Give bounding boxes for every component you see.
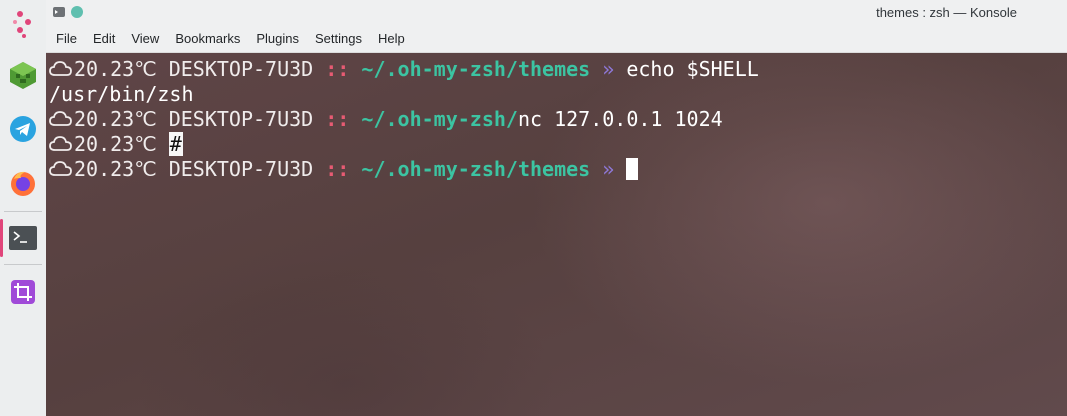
menu-file[interactable]: File (49, 27, 84, 51)
root-prompt-hash: # (168, 132, 183, 156)
prompt-arrow: » (602, 57, 615, 81)
menu-edit[interactable]: Edit (86, 27, 122, 51)
cwd-path: ~/.oh-my-zsh/ (361, 107, 518, 131)
hostname-text: DESKTOP-7U3D (168, 107, 314, 131)
menu-view[interactable]: View (124, 27, 166, 51)
prompt-separator: :: (325, 107, 350, 131)
app-launcher-button[interactable] (0, 0, 46, 46)
hostname-text: DESKTOP-7U3D (168, 57, 314, 81)
konsole-button[interactable] (0, 215, 46, 261)
task-dock (0, 0, 47, 416)
cloud-icon (49, 136, 72, 151)
terminal-line: 20.23℃ DESKTOP-7U3D :: ~/.oh-my-zsh/nc 1… (49, 107, 1067, 132)
title-bar[interactable]: themes : zsh — Konsole (46, 0, 1067, 26)
terminal-line: /usr/bin/zsh (49, 82, 1067, 107)
cloud-icon (49, 111, 72, 126)
prompt-separator: :: (325, 157, 350, 181)
minecraft-launcher-button[interactable] (0, 52, 46, 98)
cloud-icon (49, 161, 72, 176)
text-cursor (626, 158, 639, 180)
cwd-path: ~/.oh-my-zsh/themes (361, 57, 591, 81)
prompt-separator: :: (325, 57, 350, 81)
app-launcher-icon (13, 11, 31, 38)
terminal-area[interactable]: 20.23℃ DESKTOP-7U3D :: ~/.oh-my-zsh/them… (46, 53, 1067, 416)
hostname-text: DESKTOP-7U3D (168, 157, 314, 181)
temperature-text: 20.23℃ (74, 132, 157, 156)
menu-plugins[interactable]: Plugins (249, 27, 306, 51)
command-text: echo $SHELL (626, 57, 759, 81)
command-output: /usr/bin/zsh (49, 82, 194, 106)
spectacle-button[interactable] (0, 269, 46, 315)
firefox-button[interactable] (0, 160, 46, 206)
menu-bookmarks[interactable]: Bookmarks (168, 27, 247, 51)
terminal-line: 20.23℃ # (49, 132, 1067, 157)
prompt-arrow: » (602, 157, 615, 181)
terminal-line: 20.23℃ DESKTOP-7U3D :: ~/.oh-my-zsh/them… (49, 157, 1067, 182)
temperature-text: 20.23℃ (74, 57, 157, 81)
menu-help[interactable]: Help (371, 27, 412, 51)
spectacle-crop-icon (11, 280, 35, 304)
command-text: nc 127.0.0.1 1024 (517, 107, 723, 131)
temperature-text: 20.23℃ (74, 157, 157, 181)
terminal-line: 20.23℃ DESKTOP-7U3D :: ~/.oh-my-zsh/them… (49, 57, 1067, 82)
telegram-button[interactable] (0, 106, 46, 152)
minecraft-icon (10, 62, 36, 89)
cloud-icon (49, 61, 72, 76)
telegram-icon (10, 116, 36, 142)
konsole-icon (9, 226, 37, 250)
temperature-text: 20.23℃ (74, 107, 157, 131)
konsole-window: themes : zsh — Konsole File Edit View Bo… (46, 0, 1067, 416)
dock-divider (4, 264, 42, 265)
cwd-path: ~/.oh-my-zsh/themes (361, 157, 591, 181)
dock-divider (4, 211, 42, 212)
firefox-icon (11, 171, 35, 196)
menu-settings[interactable]: Settings (308, 27, 369, 51)
menu-bar: File Edit View Bookmarks Plugins Setting… (46, 26, 1067, 53)
window-title: themes : zsh — Konsole (876, 5, 1017, 20)
